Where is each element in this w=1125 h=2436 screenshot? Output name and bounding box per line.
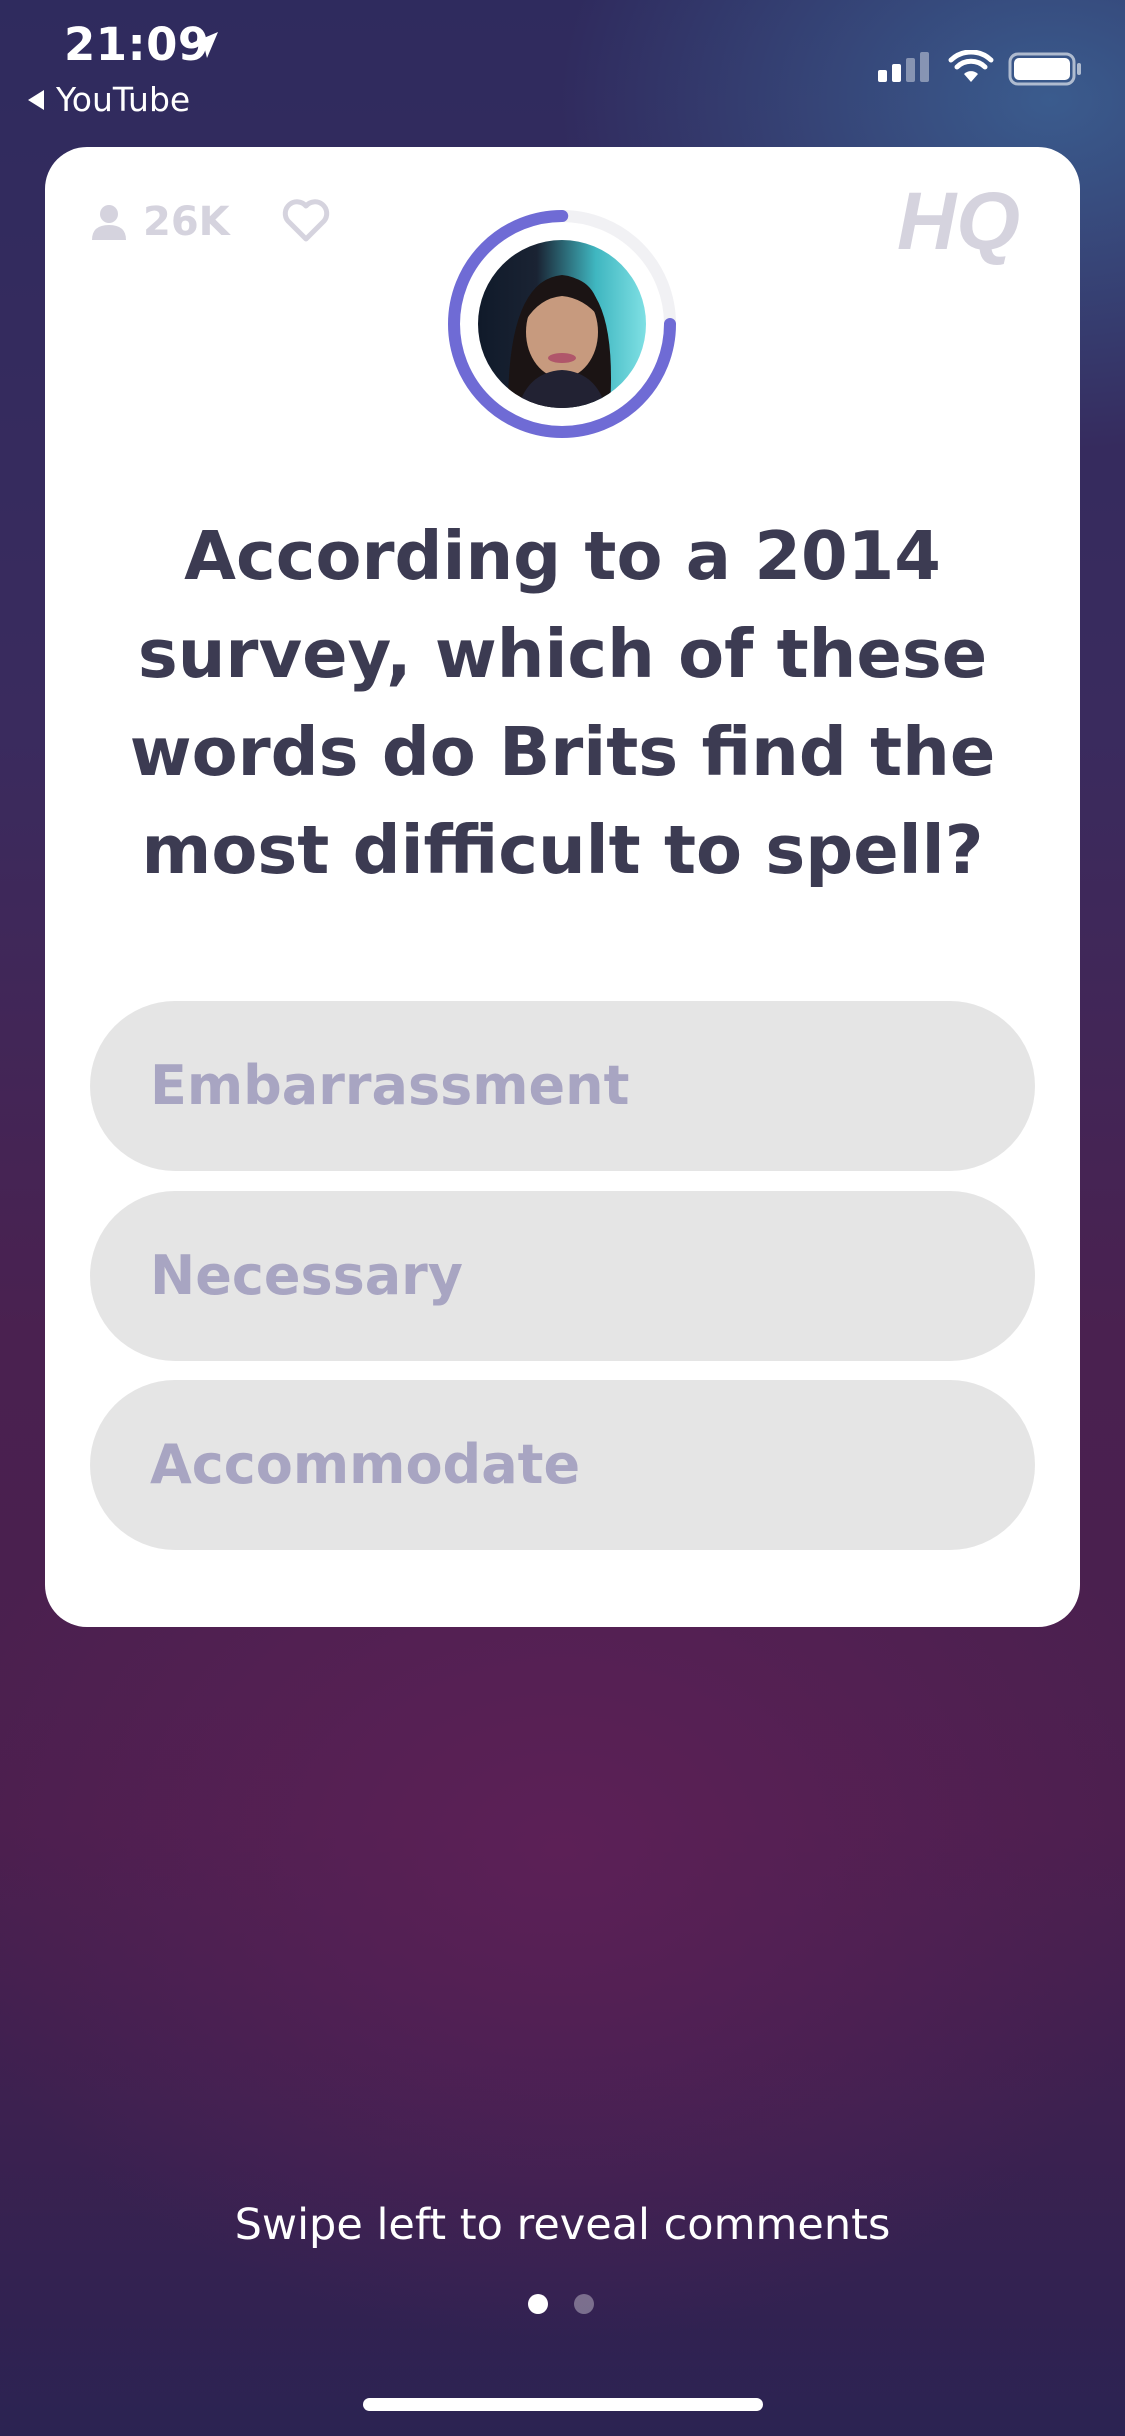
back-app-label: YouTube: [56, 80, 191, 119]
answer-option-label: Necessary: [150, 1244, 464, 1307]
hq-logo: HQ: [897, 177, 1020, 267]
host-portrait-image: [508, 275, 611, 408]
back-arrow-icon: [28, 89, 44, 110]
wifi-icon: [948, 50, 994, 82]
swipe-hint: Swipe left to reveal comments: [234, 2200, 891, 2250]
viewer-count-label: 26K: [143, 199, 230, 245]
home-indicator[interactable]: [363, 2398, 763, 2411]
host-timer: [446, 208, 678, 440]
page-indicator[interactable]: [528, 2294, 594, 2314]
question-text: According to a 2014 survey, which of the…: [129, 517, 996, 889]
host-avatar: [478, 240, 646, 408]
answer-option-1[interactable]: Embarrassment: [90, 1001, 1035, 1171]
heart-icon[interactable]: [281, 197, 331, 243]
status-time: 21:09: [64, 18, 210, 71]
viewer-count: 26K: [89, 199, 230, 245]
question-card: 26K HQ According to a 2014 survey, which…: [45, 147, 1080, 1627]
battery-icon: [1008, 52, 1081, 86]
location-arrow-icon: [192, 32, 218, 58]
answer-option-3[interactable]: Accommodate: [90, 1380, 1035, 1550]
page-dot-1[interactable]: [528, 2294, 548, 2314]
answer-option-2[interactable]: Necessary: [90, 1191, 1035, 1361]
person-icon: [92, 205, 126, 240]
back-to-app-link[interactable]: YouTube: [28, 80, 190, 119]
hq-logo-text: HQ: [897, 177, 1020, 267]
answer-option-label: Embarrassment: [150, 1054, 630, 1117]
answer-option-label: Accommodate: [150, 1433, 581, 1496]
page-dot-2[interactable]: [574, 2294, 594, 2314]
cellular-signal-icon: [878, 52, 929, 82]
